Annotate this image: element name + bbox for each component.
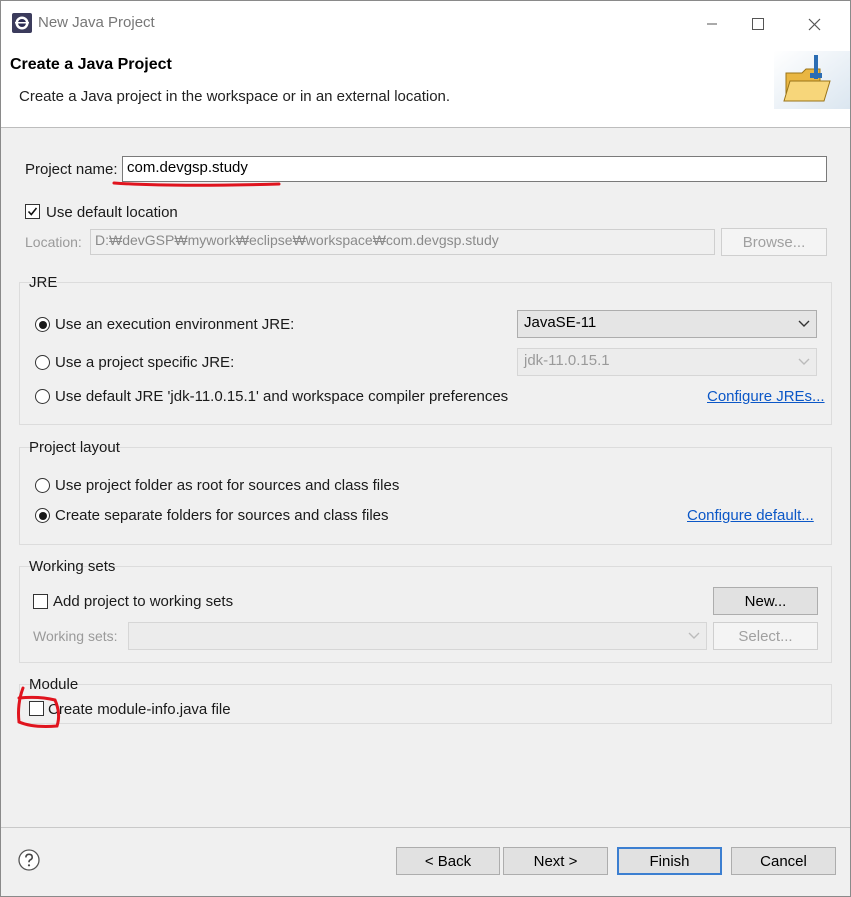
- working-sets-group-label: Working sets: [29, 558, 116, 575]
- location-input[interactable]: D:₩devGSP₩mywork₩eclipse₩workspace₩com.d…: [90, 229, 715, 255]
- maximize-button[interactable]: [735, 1, 781, 47]
- banner-title: Create a Java Project: [10, 56, 172, 73]
- new-project-folder-icon: [774, 51, 850, 109]
- jre-env-select[interactable]: JavaSE-11: [517, 310, 817, 338]
- close-icon: [808, 18, 820, 30]
- title-bar: New Java Project: [1, 1, 850, 47]
- finish-button[interactable]: Finish: [617, 847, 722, 875]
- location-label: Location:: [25, 234, 82, 250]
- add-to-working-sets-label: Add project to working sets: [53, 593, 234, 610]
- back-button[interactable]: < Back: [396, 847, 500, 875]
- banner-description: Create a Java project in the workspace o…: [19, 88, 451, 105]
- project-layout-group-label: Project layout: [29, 439, 120, 456]
- jre-specific-radio[interactable]: [35, 355, 50, 370]
- cancel-button[interactable]: Cancel: [731, 847, 836, 875]
- minimize-button[interactable]: [689, 1, 735, 47]
- new-working-set-button[interactable]: New...: [713, 587, 818, 615]
- project-name-label: Project name:: [25, 161, 118, 178]
- jre-specific-label: Use a project specific JRE:: [55, 354, 235, 371]
- project-layout-group: [19, 447, 832, 545]
- next-button[interactable]: Next >: [503, 847, 608, 875]
- layout-separate-radio[interactable]: [35, 508, 50, 523]
- chevron-down-icon: [688, 632, 700, 639]
- eclipse-icon: [12, 13, 32, 33]
- jre-default-label: Use default JRE 'jdk-11.0.15.1' and work…: [55, 388, 509, 405]
- jre-group-label: JRE: [29, 274, 58, 291]
- jre-default-radio[interactable]: [35, 389, 50, 404]
- use-default-location-label: Use default location: [46, 204, 178, 221]
- configure-jres-link[interactable]: Configure JREs...: [707, 388, 825, 405]
- help-icon[interactable]: [18, 849, 40, 871]
- layout-root-radio[interactable]: [35, 478, 50, 493]
- jre-env-radio[interactable]: [35, 317, 50, 332]
- select-working-sets-button[interactable]: Select...: [713, 622, 818, 650]
- working-sets-select[interactable]: [128, 622, 707, 650]
- minimize-icon: [707, 23, 717, 25]
- jre-specific-select[interactable]: jdk-11.0.15.1: [517, 348, 817, 376]
- working-sets-label: Working sets:: [33, 628, 118, 644]
- layout-separate-label: Create separate folders for sources and …: [55, 507, 389, 524]
- checkmark-icon: [27, 207, 38, 216]
- wizard-banner: Create a Java Project Create a Java proj…: [1, 47, 850, 127]
- red-underline-annotation: [112, 181, 281, 187]
- jre-specific-select-value: jdk-11.0.15.1: [524, 352, 610, 369]
- jre-env-label: Use an execution environment JRE:: [55, 316, 295, 333]
- wizard-content: Project name: com.devgsp.study Use defau…: [1, 128, 850, 896]
- configure-default-link[interactable]: Configure default...: [687, 507, 814, 524]
- new-java-project-dialog: New Java Project Create a Java Project C…: [0, 0, 851, 897]
- layout-root-label: Use project folder as root for sources a…: [55, 477, 400, 494]
- add-to-working-sets-checkbox[interactable]: [33, 594, 48, 609]
- close-button[interactable]: [791, 1, 837, 47]
- maximize-icon: [752, 18, 764, 30]
- footer-separator: [1, 827, 850, 828]
- chevron-down-icon: [798, 320, 810, 327]
- window-title: New Java Project: [38, 14, 155, 31]
- create-module-info-label: Create module-info.java file: [48, 701, 231, 718]
- red-circle-annotation: [17, 686, 61, 728]
- jre-env-select-value: JavaSE-11: [524, 314, 597, 331]
- use-default-location-checkbox[interactable]: [25, 204, 40, 219]
- browse-button[interactable]: Browse...: [721, 228, 827, 256]
- chevron-down-icon: [798, 358, 810, 365]
